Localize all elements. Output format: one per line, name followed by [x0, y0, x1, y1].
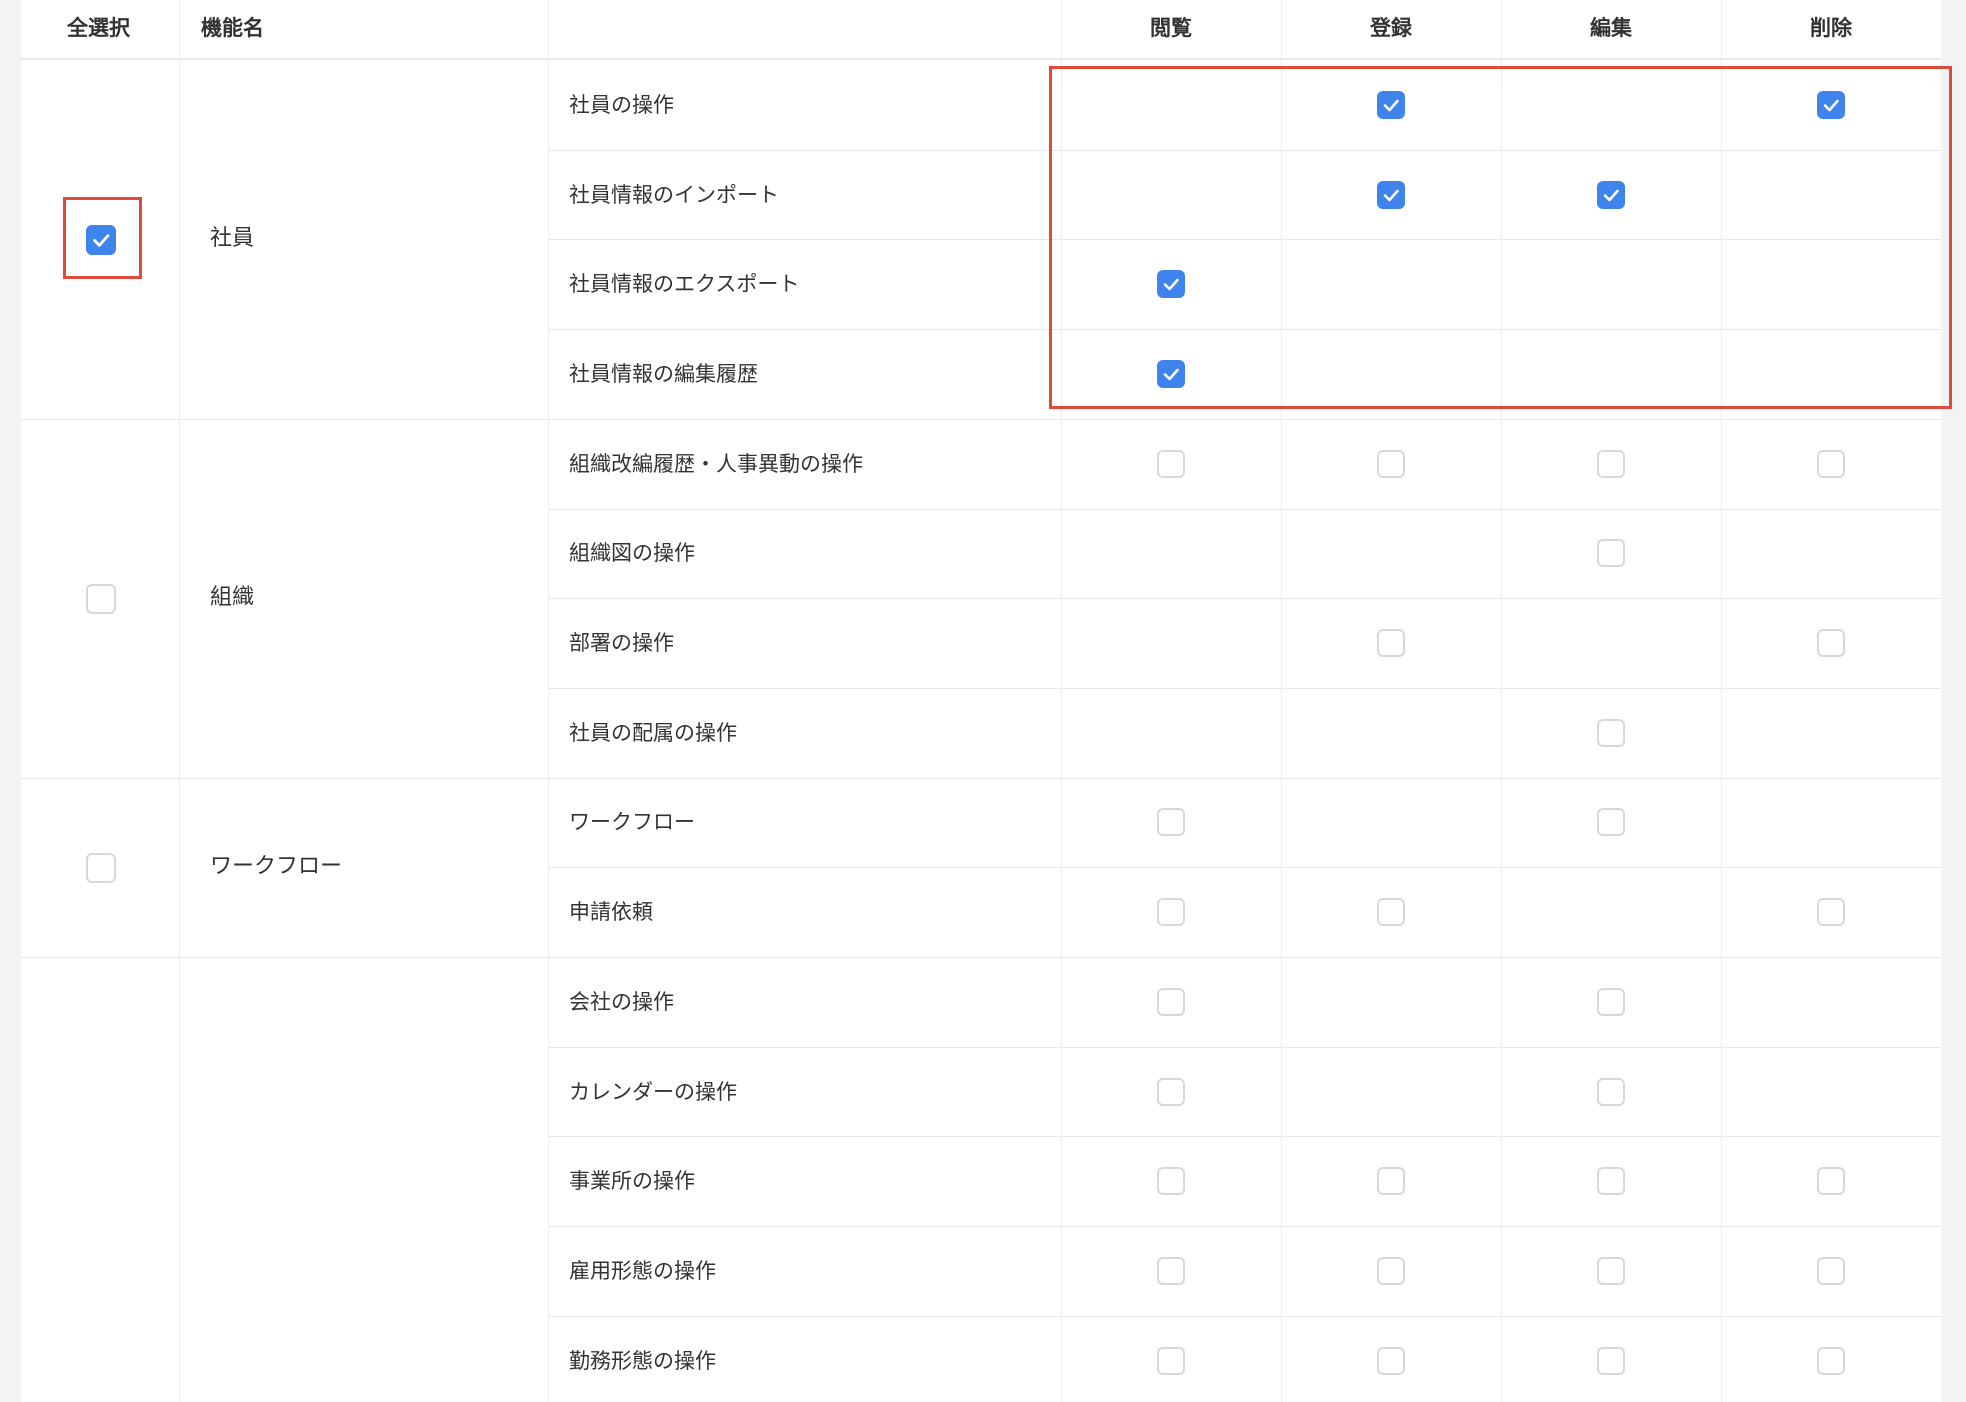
row-divider: [548, 509, 1941, 510]
column-divider: [1501, 0, 1502, 1402]
sub-function-label: ワークフロー: [569, 810, 695, 835]
header-view: 閲覧: [1150, 16, 1192, 40]
row-divider: [548, 239, 1941, 240]
row-divider: [548, 150, 1941, 151]
view-checkbox[interactable]: [1157, 1256, 1185, 1285]
sub-function-label: 社員情報のインポート: [569, 182, 779, 207]
edit-checkbox[interactable]: [1597, 987, 1625, 1016]
sub-function-label: 会社の操作: [569, 989, 674, 1014]
header-delete: 削除: [1810, 16, 1852, 40]
sub-function-label: 社員の配属の操作: [569, 720, 737, 745]
sub-function-label: 社員情報の編集履歴: [569, 361, 758, 386]
column-divider: [548, 0, 549, 1402]
view-checkbox[interactable]: [1157, 359, 1185, 388]
check-icon: [1383, 99, 1399, 112]
group-divider: [21, 419, 1941, 420]
view-checkbox[interactable]: [1157, 808, 1185, 837]
check-icon: [1383, 189, 1399, 201]
register-checkbox[interactable]: [1377, 449, 1405, 478]
view-checkbox[interactable]: [1157, 449, 1185, 478]
delete-checkbox[interactable]: [1817, 1167, 1845, 1196]
edit-checkbox[interactable]: [1597, 1346, 1625, 1375]
view-checkbox[interactable]: [1157, 898, 1185, 927]
group-select-all-checkbox[interactable]: [86, 584, 116, 615]
sub-function-label: カレンダーの操作: [569, 1079, 737, 1104]
check-icon: [93, 234, 110, 248]
edit-checkbox[interactable]: [1597, 1077, 1625, 1106]
row-divider: [548, 1316, 1941, 1317]
header-edit: 編集: [1590, 16, 1632, 40]
group-label: ワークフロー: [210, 854, 343, 880]
check-icon: [1163, 368, 1179, 381]
row-divider: [548, 688, 1941, 689]
check-icon: [1163, 278, 1179, 291]
sub-function-label: 勤務形態の操作: [569, 1348, 716, 1373]
column-divider: [1281, 0, 1282, 1402]
check-icon: [1823, 99, 1839, 112]
register-checkbox[interactable]: [1377, 898, 1405, 927]
delete-checkbox[interactable]: [1817, 1346, 1845, 1375]
sub-function-label: 社員の操作: [569, 92, 674, 117]
register-checkbox[interactable]: [1377, 1256, 1405, 1285]
sub-function-label: 申請依頼: [569, 900, 653, 925]
edit-checkbox[interactable]: [1597, 1256, 1625, 1285]
sub-function-label: 組織改編履歴・人事異動の操作: [569, 451, 863, 476]
group-select-all-checkbox[interactable]: [86, 225, 116, 256]
delete-checkbox[interactable]: [1817, 629, 1845, 658]
check-icon: [1603, 189, 1619, 201]
group-divider: [21, 957, 1941, 958]
column-divider: [179, 0, 180, 1402]
row-divider: [548, 1226, 1941, 1227]
edit-checkbox[interactable]: [1597, 449, 1625, 478]
group-label: 社員: [210, 226, 255, 252]
table-header: 全選択 機能名 閲覧 登録 編集 削除: [21, 0, 1941, 60]
edit-checkbox[interactable]: [1597, 1167, 1625, 1196]
group-label: 組織: [210, 585, 255, 611]
permission-table: 全選択 機能名 閲覧 登録 編集 削除 社員 社員の操作社員情報のインポート 社員情…: [21, 0, 1952, 1402]
edit-checkbox[interactable]: [1597, 718, 1625, 747]
edit-checkbox[interactable]: [1597, 539, 1625, 568]
edit-checkbox[interactable]: [1597, 808, 1625, 837]
sub-function-label: 組織図の操作: [569, 541, 695, 566]
register-checkbox[interactable]: [1377, 1346, 1405, 1375]
edit-checkbox[interactable]: [1597, 180, 1625, 209]
sub-function-label: 部署の操作: [569, 631, 674, 656]
register-checkbox[interactable]: [1377, 90, 1405, 119]
row-divider: [548, 867, 1941, 868]
sub-function-label: 雇用形態の操作: [569, 1258, 716, 1283]
delete-checkbox[interactable]: [1817, 90, 1845, 119]
delete-checkbox[interactable]: [1817, 898, 1845, 927]
sub-function-label: 社員情報のエクスポート: [569, 272, 800, 297]
column-divider: [1721, 0, 1722, 1402]
row-divider: [548, 1136, 1941, 1137]
register-checkbox[interactable]: [1377, 1167, 1405, 1196]
group-select-all-checkbox[interactable]: [86, 853, 116, 884]
row-divider: [548, 1047, 1941, 1048]
header-register: 登録: [1370, 16, 1412, 40]
row-divider: [548, 598, 1941, 599]
view-checkbox[interactable]: [1157, 987, 1185, 1016]
register-checkbox[interactable]: [1377, 629, 1405, 658]
view-checkbox[interactable]: [1157, 1346, 1185, 1375]
row-divider: [548, 329, 1941, 330]
column-divider: [1061, 0, 1062, 1402]
delete-checkbox[interactable]: [1817, 449, 1845, 478]
view-checkbox[interactable]: [1157, 270, 1185, 299]
header-function-name: 機能名: [201, 16, 264, 40]
view-checkbox[interactable]: [1157, 1167, 1185, 1196]
sub-function-label: 事業所の操作: [569, 1169, 695, 1194]
delete-checkbox[interactable]: [1817, 1256, 1845, 1285]
view-checkbox[interactable]: [1157, 1077, 1185, 1106]
register-checkbox[interactable]: [1377, 180, 1405, 209]
header-select-all: 全選択: [67, 16, 130, 40]
group-divider: [21, 778, 1941, 779]
